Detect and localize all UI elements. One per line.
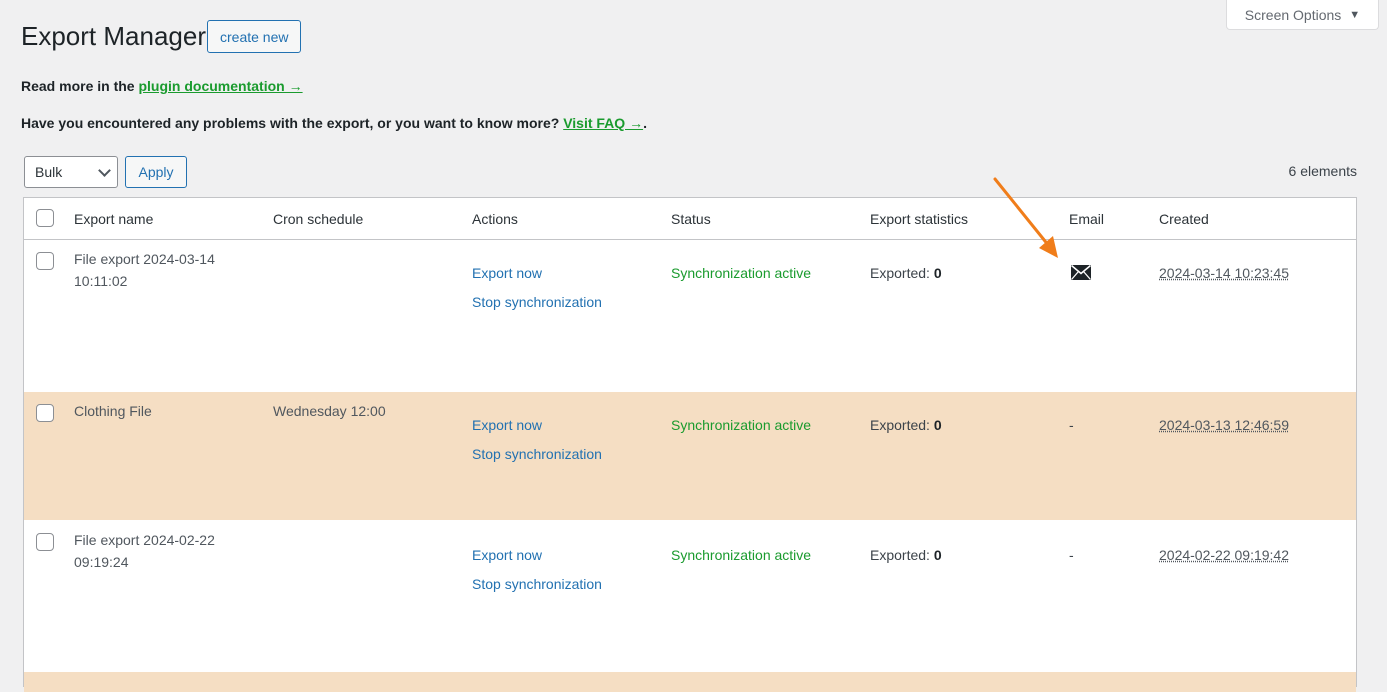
export-name-line: Clothing File <box>74 400 244 422</box>
stat-label: Exported: <box>870 547 930 563</box>
status-text: Synchronization active <box>671 544 811 566</box>
chevron-down-icon <box>98 164 111 177</box>
screen-options-button[interactable]: Screen Options ▼ <box>1226 0 1379 30</box>
docs-prefix: Read more in the <box>21 78 135 94</box>
column-export-name[interactable]: Export name <box>74 208 153 230</box>
export-now-link[interactable]: Export now <box>472 544 542 566</box>
created-date: 2024-03-13 12:46:59 <box>1159 414 1289 436</box>
export-name-line: 10:11:02 <box>74 270 244 292</box>
export-name[interactable]: Clothing File <box>74 400 244 422</box>
export-stat: Exported: 0 <box>870 544 942 566</box>
select-all-checkbox[interactable] <box>36 209 54 227</box>
create-new-button[interactable]: create new <box>207 20 301 53</box>
bulk-action-select[interactable]: Bulk <box>24 156 118 188</box>
exports-table: Export name Cron schedule Actions Status… <box>23 197 1357 687</box>
stat-label: Exported: <box>870 265 930 281</box>
table-row: File export 2024-03-14 10:11:02 Export n… <box>24 240 1356 392</box>
table-row <box>24 672 1356 692</box>
status-text: Synchronization active <box>671 262 811 284</box>
faq-info-line: Have you encountered any problems with t… <box>21 115 647 131</box>
stat-value: 0 <box>934 547 942 563</box>
email-value: - <box>1069 544 1074 566</box>
annotation-arrow-icon <box>985 172 1065 262</box>
stop-synchronization-link[interactable]: Stop synchronization <box>472 443 602 465</box>
table-row: Clothing File Wednesday 12:00 Export now… <box>24 392 1356 520</box>
email-value: - <box>1069 414 1074 436</box>
bulk-action-value: Bulk <box>35 164 62 180</box>
apply-button[interactable]: Apply <box>125 156 187 188</box>
row-checkbox[interactable] <box>36 533 54 551</box>
export-name-line: File export 2024-03-14 <box>74 248 244 270</box>
row-checkbox[interactable] <box>36 404 54 422</box>
status-text: Synchronization active <box>671 414 811 436</box>
faq-suffix: . <box>643 115 647 131</box>
element-count: 6 elements <box>1289 163 1357 179</box>
created-date: 2024-03-14 10:23:45 <box>1159 262 1289 284</box>
column-cron-schedule: Cron schedule <box>273 208 363 230</box>
export-now-link[interactable]: Export now <box>472 262 542 284</box>
column-email: Email <box>1069 208 1104 230</box>
export-name-line: File export 2024-02-22 <box>74 529 244 551</box>
stat-value: 0 <box>934 265 942 281</box>
column-created[interactable]: Created <box>1159 208 1209 230</box>
column-actions: Actions <box>472 208 518 230</box>
export-stat: Exported: 0 <box>870 414 942 436</box>
caret-down-icon: ▼ <box>1349 9 1360 21</box>
stat-label: Exported: <box>870 417 930 433</box>
screen-options-label: Screen Options <box>1245 7 1342 23</box>
envelope-icon[interactable] <box>1071 265 1091 280</box>
page-title: Export Manager <box>21 20 206 52</box>
export-name-line: 09:19:24 <box>74 551 244 573</box>
column-export-statistics: Export statistics <box>870 208 968 230</box>
table-row: File export 2024-02-22 09:19:24 Export n… <box>24 520 1356 672</box>
table-header-row: Export name Cron schedule Actions Status… <box>24 198 1356 240</box>
docs-info-line: Read more in the plugin documentation → <box>21 78 303 94</box>
stat-value: 0 <box>934 417 942 433</box>
faq-prefix: Have you encountered any problems with t… <box>21 115 559 131</box>
export-stat: Exported: 0 <box>870 262 942 284</box>
column-status: Status <box>671 208 711 230</box>
visit-faq-link[interactable]: Visit FAQ → <box>563 115 643 131</box>
plugin-documentation-link[interactable]: plugin documentation → <box>138 78 302 94</box>
row-checkbox[interactable] <box>36 252 54 270</box>
export-name[interactable]: File export 2024-03-14 10:11:02 <box>74 248 244 292</box>
export-name[interactable]: File export 2024-02-22 09:19:24 <box>74 529 244 573</box>
cron-schedule: Wednesday 12:00 <box>273 400 386 422</box>
stop-synchronization-link[interactable]: Stop synchronization <box>472 573 602 595</box>
created-date: 2024-02-22 09:19:42 <box>1159 544 1289 566</box>
stop-synchronization-link[interactable]: Stop synchronization <box>472 291 602 313</box>
export-now-link[interactable]: Export now <box>472 414 542 436</box>
